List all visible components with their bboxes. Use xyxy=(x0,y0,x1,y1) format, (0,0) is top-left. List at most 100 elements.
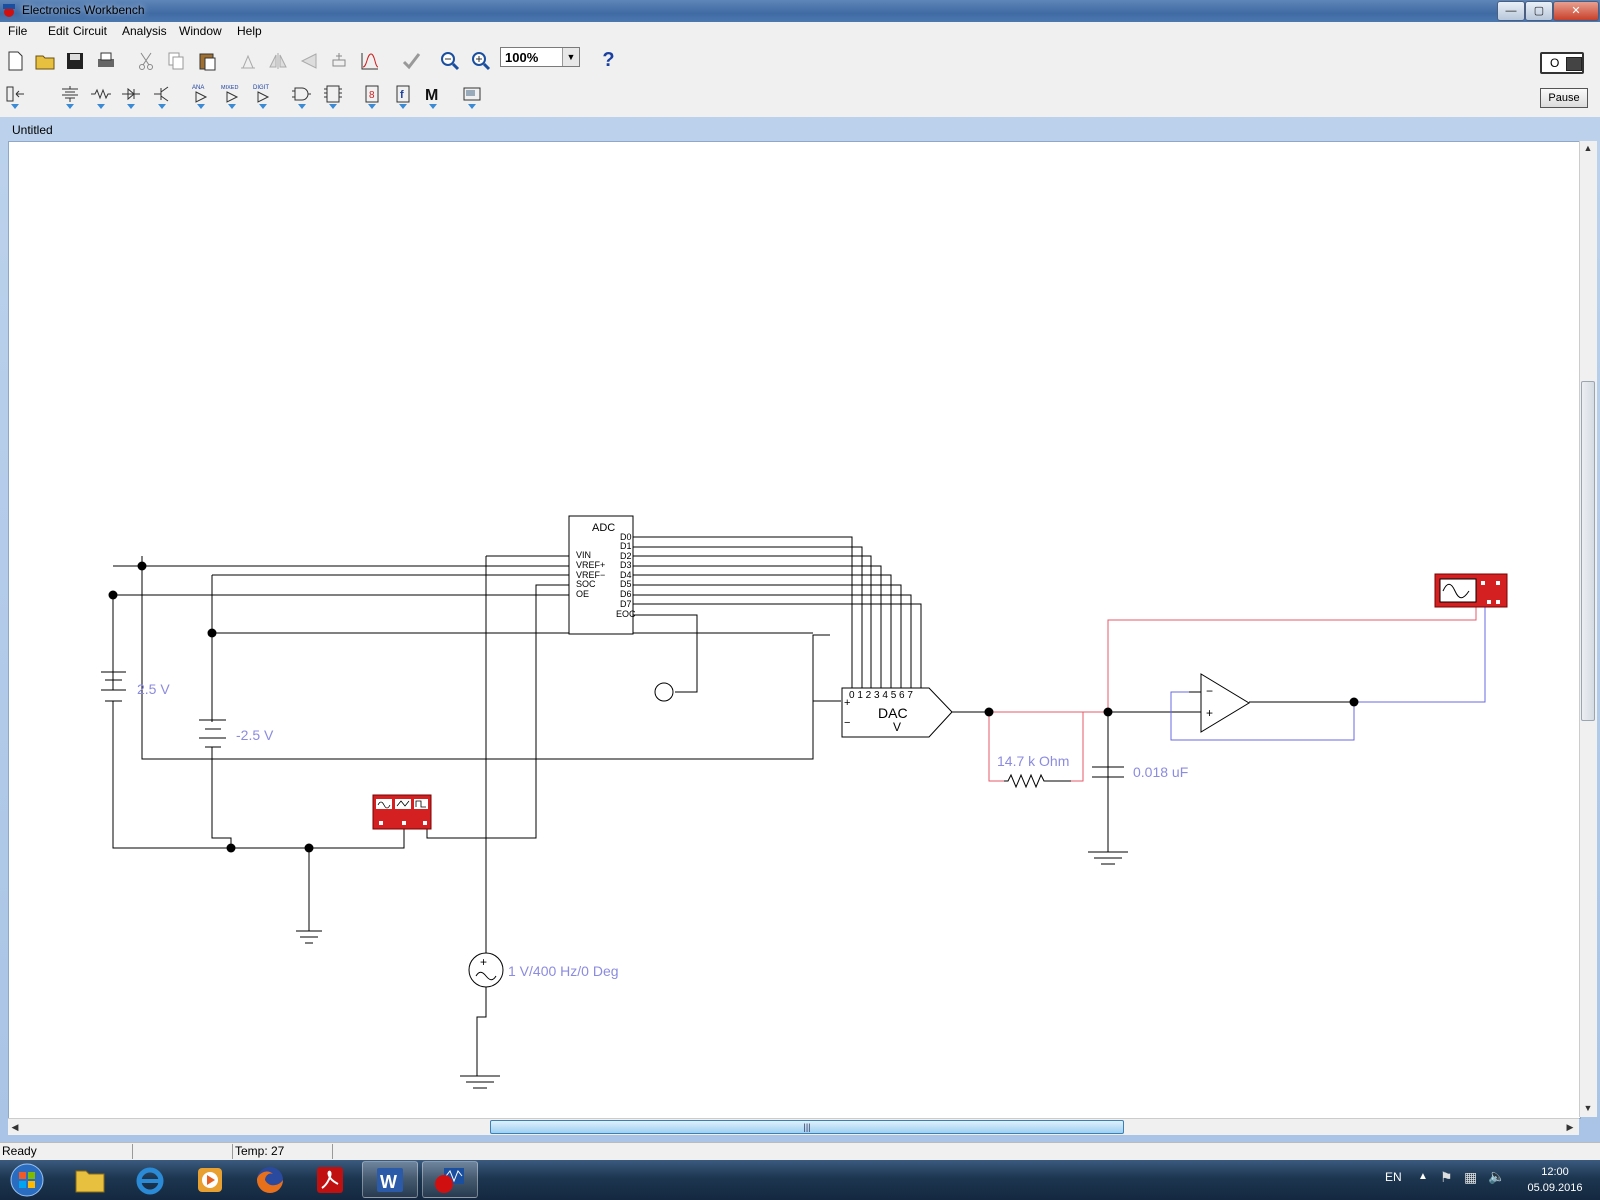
parts-bin-analog[interactable]: ANA xyxy=(188,80,213,109)
subcircuit-button[interactable] xyxy=(326,47,351,74)
black-wires xyxy=(112,536,1354,1076)
volume-icon[interactable]: 🔈 xyxy=(1488,1168,1505,1185)
windows-logo-icon xyxy=(10,1163,44,1196)
parts-bin-mixed[interactable]: MIXED xyxy=(219,80,244,109)
scroll-left-icon[interactable]: ◀ xyxy=(8,1120,22,1134)
folder-icon xyxy=(75,1170,105,1192)
vertical-scrollbar[interactable]: ▲ ▼ xyxy=(1579,141,1597,1117)
menu-help[interactable]: Help xyxy=(237,24,262,38)
clipboard-icon xyxy=(199,53,215,70)
parts-bin-indicators[interactable]: 8 xyxy=(359,80,384,109)
parts-bin-controls[interactable]: f xyxy=(390,80,415,109)
pause-button[interactable]: Pause xyxy=(1540,88,1588,108)
help-button[interactable]: ? xyxy=(596,47,621,74)
start-button[interactable] xyxy=(2,1161,52,1198)
horizontal-scrollbar[interactable]: ◀ ||| ▶ xyxy=(8,1118,1579,1135)
vertical-scroll-thumb[interactable] xyxy=(1581,381,1595,721)
menu-file[interactable]: File xyxy=(8,24,27,38)
battery-2-5v-label: 2.5 V xyxy=(137,681,170,697)
svg-text:f: f xyxy=(400,89,404,101)
electronics-workbench-icon xyxy=(435,1167,464,1193)
taskbar-media-player[interactable] xyxy=(182,1161,238,1198)
menu-window[interactable]: Window xyxy=(179,24,222,38)
parts-bin-logic-gates[interactable] xyxy=(289,80,314,109)
tray-clock[interactable]: 12:00 05.09.2016 xyxy=(1520,1164,1590,1196)
flip-horizontal-button[interactable] xyxy=(265,47,290,74)
new-file-button[interactable] xyxy=(2,47,27,74)
parts-bin-favorites[interactable] xyxy=(2,80,27,109)
clock-date: 05.09.2016 xyxy=(1527,1182,1583,1194)
flip-vertical-button[interactable] xyxy=(296,47,321,74)
taskbar-explorer[interactable] xyxy=(62,1161,118,1198)
parts-bin-diodes[interactable] xyxy=(118,80,143,109)
print-button[interactable] xyxy=(93,47,118,74)
dac-label: DAC xyxy=(878,705,908,721)
parts-bin-digital-ics[interactable] xyxy=(320,80,345,109)
action-center-icon[interactable]: ⚑ xyxy=(1440,1169,1453,1186)
dac-component: 0 1 2 3 4 5 6 7 + − DAC V xyxy=(841,687,953,738)
taskbar-firefox[interactable] xyxy=(242,1161,298,1198)
media-player-icon xyxy=(198,1167,222,1192)
app-icon xyxy=(3,4,15,17)
adc-pin-d1: D1 xyxy=(620,541,632,551)
zoom-select[interactable]: 100% ▼ xyxy=(500,47,580,67)
scroll-up-icon[interactable]: ▲ xyxy=(1581,141,1595,155)
menu-edit[interactable]: Edit xyxy=(48,24,69,38)
parts-bin-digital[interactable]: DIGIT xyxy=(250,80,275,109)
taskbar: W EN ▲ ⚑ ▦ 🔈 12:00 05.09.2016 xyxy=(0,1160,1600,1200)
maximize-button[interactable]: ▢ xyxy=(1525,1,1553,21)
open-file-button[interactable] xyxy=(32,47,57,74)
minimize-button[interactable]: — xyxy=(1497,1,1525,21)
parts-bin-transistors[interactable] xyxy=(149,80,174,109)
zoom-in-button[interactable] xyxy=(468,47,493,74)
resistor-label: 14.7 k Ohm xyxy=(997,753,1069,769)
menu-circuit[interactable]: Circuit xyxy=(73,24,107,38)
window-title: Electronics Workbench xyxy=(22,3,145,17)
tray-expand-icon[interactable]: ▲ xyxy=(1418,1171,1428,1182)
parts-bin-miscellaneous[interactable]: M xyxy=(420,80,445,109)
chevron-down-icon[interactable]: ▼ xyxy=(562,48,579,66)
zoom-in-icon xyxy=(471,51,490,70)
circuit-canvas[interactable]: ADC VIN VREF+ VREF− SOC OE D0 D1 D2 D3 D… xyxy=(8,141,1581,1119)
close-button[interactable]: ✕ xyxy=(1553,1,1599,21)
adc-pin-oe: OE xyxy=(576,589,589,599)
svg-text:+: + xyxy=(480,955,487,969)
component-properties-button[interactable] xyxy=(398,47,423,74)
horizontal-scroll-thumb[interactable]: ||| xyxy=(490,1120,1124,1134)
zoom-out-icon xyxy=(440,51,459,70)
power-switch[interactable]: O xyxy=(1540,52,1584,74)
tray-language[interactable]: EN xyxy=(1385,1170,1402,1184)
paste-button[interactable] xyxy=(194,47,219,74)
new-file-icon xyxy=(8,51,22,70)
scroll-right-icon[interactable]: ▶ xyxy=(1563,1120,1577,1134)
zoom-value: 100% xyxy=(505,50,539,65)
parts-bin-basic[interactable] xyxy=(88,80,113,109)
adc-pin-eoc: EOC xyxy=(616,609,636,619)
adc-pin-d3: D3 xyxy=(620,560,632,570)
menu-analysis[interactable]: Analysis xyxy=(122,24,167,38)
graph-button[interactable] xyxy=(357,47,382,74)
ac-voltage-source: + xyxy=(468,952,504,988)
transistor-icon xyxy=(153,86,168,101)
title-bar: Electronics Workbench — ▢ ✕ xyxy=(0,0,1600,22)
power-toggle-knob xyxy=(1566,57,1582,71)
zoom-out-button[interactable] xyxy=(437,47,462,74)
parts-bin-instruments[interactable] xyxy=(459,80,484,109)
taskbar-internet-explorer[interactable] xyxy=(122,1161,178,1198)
copy-button[interactable] xyxy=(163,47,188,74)
network-icon[interactable]: ▦ xyxy=(1464,1169,1477,1186)
svg-text:M: M xyxy=(425,87,438,104)
cut-button[interactable] xyxy=(133,47,158,74)
taskbar-word[interactable]: W xyxy=(362,1161,418,1198)
parts-bin-sources[interactable] xyxy=(57,80,82,109)
taskbar-acrobat[interactable] xyxy=(302,1161,358,1198)
scroll-down-icon[interactable]: ▼ xyxy=(1581,1101,1595,1115)
battery-neg-2-5v xyxy=(199,719,226,748)
save-button[interactable] xyxy=(62,47,87,74)
flip-horizontal-icon xyxy=(268,52,287,69)
capacitor-label: 0.018 uF xyxy=(1133,764,1188,780)
probe-indicator xyxy=(654,682,674,702)
taskbar-electronics-workbench[interactable] xyxy=(422,1161,478,1198)
document-title: Untitled xyxy=(12,123,53,137)
rotate-button[interactable] xyxy=(235,47,260,74)
